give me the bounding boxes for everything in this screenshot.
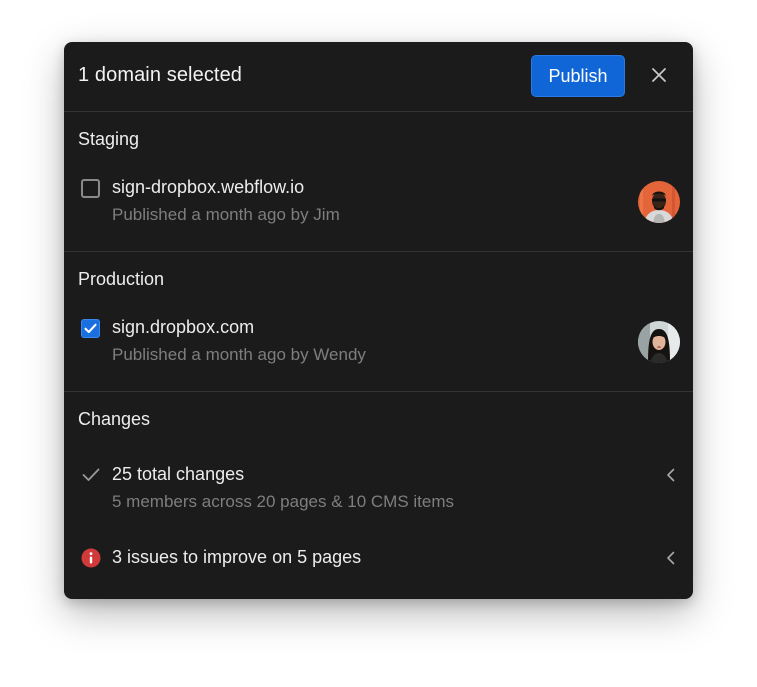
checkmark-icon [82,468,100,481]
staging-checkbox[interactable] [81,179,100,198]
issues-label[interactable]: 3 issues to improve on 5 pages [112,547,361,568]
panel-title: 1 domain selected [78,64,243,86]
expand-changes-button[interactable] [662,467,678,483]
close-icon [652,68,666,82]
avatar-jim [638,181,680,223]
production-published-info: Published a month ago by Wendy [112,345,366,364]
changes-summary-status [81,465,101,485]
expand-issues-button[interactable] [662,550,678,566]
staging-section: Staging sign-dropbox.webflow.io Publishe… [64,112,693,252]
production-title: Production [78,269,165,289]
production-section: Production sign.dropbox.com Published a … [64,252,693,392]
publish-button[interactable]: Publish [531,55,625,97]
publish-panel: 1 domain selected Publish Staging sign-d… [64,42,693,599]
production-domain[interactable]: sign.dropbox.com [112,317,254,338]
panel-header: 1 domain selected Publish [64,42,693,112]
checkmark-icon [84,323,97,334]
staging-published-info: Published a month ago by Jim [112,205,340,224]
chevron-left-icon [666,468,674,482]
total-changes-detail: 5 members across 20 pages & 10 CMS items [112,492,455,511]
changes-title: Changes [78,409,151,429]
production-checkbox[interactable] [81,319,100,338]
avatar-wendy [638,321,680,363]
alert-icon [81,548,101,568]
close-button[interactable] [644,60,674,90]
total-changes-label[interactable]: 25 total changes [112,464,244,485]
staging-title: Staging [78,129,140,149]
issues-status [81,548,101,568]
staging-domain[interactable]: sign-dropbox.webflow.io [112,177,304,198]
chevron-left-icon [666,551,674,565]
changes-section: Changes 25 total changes 5 members acros… [64,392,693,599]
